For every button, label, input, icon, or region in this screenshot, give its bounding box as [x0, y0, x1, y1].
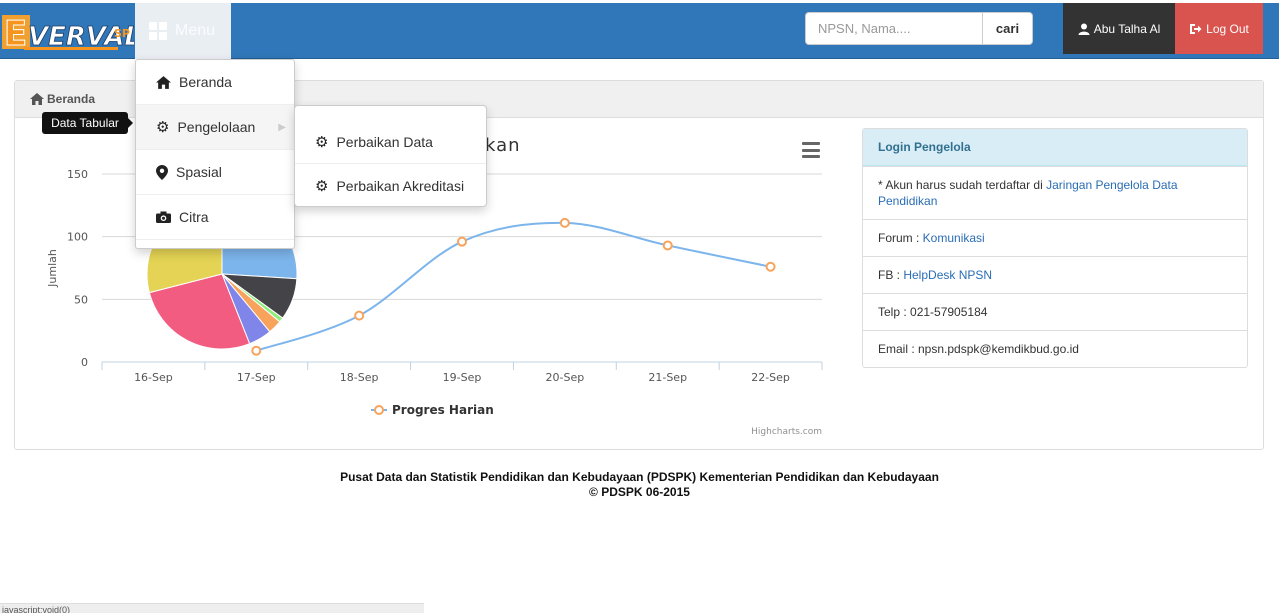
menu-item-beranda[interactable]: Beranda [136, 60, 294, 105]
info-panel-title: Login Pengelola [863, 129, 1247, 166]
info-row-account: * Akun harus sudah terdaftar di Jaringan… [863, 166, 1247, 219]
gear-icon: ⚙ [315, 133, 329, 151]
data-point[interactable] [662, 240, 673, 251]
x-tick-label: 19-Sep [443, 371, 482, 384]
footer-line-1: Pusat Data dan Statistik Pendidikan dan … [340, 470, 939, 484]
search-button[interactable]: cari [982, 12, 1033, 45]
submenu-item-perbaikan-akreditasi[interactable]: ⚙ Perbaikan Akreditasi [295, 164, 486, 208]
top-navbar: E VERVAL SP Menu cari Abu Talha Al Log O… [0, 3, 1279, 59]
user-icon [1078, 23, 1090, 35]
info-row-text: Telp : 021-57905184 [878, 305, 988, 319]
home-icon [30, 93, 44, 105]
info-row-telp: Telp : 021-57905184 [863, 293, 1247, 330]
y-tick-label: 0 [81, 356, 88, 369]
info-row-forum: Forum : Komunikasi [863, 219, 1247, 256]
data-point[interactable] [765, 261, 776, 272]
footer-copyright: © PDSPK 06-2015 [589, 485, 690, 499]
menu-button[interactable]: Menu [135, 3, 231, 59]
data-point[interactable] [559, 217, 570, 228]
gear-icon: ⚙ [315, 178, 329, 195]
menu-item-spasial[interactable]: Spasial [136, 150, 294, 195]
user-name: Abu Talha Al [1093, 21, 1161, 36]
logout-button[interactable]: Log Out [1175, 3, 1263, 54]
logout-icon [1190, 23, 1202, 34]
submenu-item-label: Perbaikan Akreditasi [336, 178, 465, 194]
info-row-text: Forum : [878, 231, 923, 245]
chart-y-axis-label: Jumlah [46, 249, 59, 288]
svg-text:E: E [4, 14, 27, 54]
home-icon [156, 75, 171, 89]
app-logo[interactable]: E VERVAL SP [2, 7, 141, 55]
x-tick-label: 21-Sep [648, 371, 687, 384]
submenu-item-perbaikan-data[interactable]: ⚙ Perbaikan Data [295, 120, 486, 164]
menu-item-label: Spasial [176, 164, 222, 180]
search-input[interactable] [805, 12, 982, 45]
chevron-right-icon: ▶ [278, 121, 286, 133]
tooltip-data-tabular: Data Tabular [42, 112, 133, 134]
menu-item-label: Pengelolaan [177, 119, 256, 135]
grid-icon [149, 22, 167, 40]
info-row-text: Email : npsn.pdspk@kemdikbud.go.id [878, 342, 1079, 356]
browser-status-bar: javascript:void(0) [0, 603, 424, 613]
submenu-item-label: Perbaikan Data [336, 133, 433, 150]
info-row-text: FB : [878, 268, 904, 282]
main-menu-dropdown: Beranda ⚙ Pengelolaan ▶ Spasial Citra [135, 59, 295, 249]
search-form: cari [805, 12, 1033, 45]
menu-item-label: Citra [179, 209, 209, 225]
x-tick-label: 17-Sep [237, 371, 276, 384]
menu-item-citra[interactable]: Citra [136, 195, 294, 240]
y-tick-label: 100 [67, 231, 88, 244]
chart-credits[interactable]: Highcharts.com [751, 427, 822, 437]
logo-subtext: SP [114, 27, 130, 40]
menu-item-pengelolaan[interactable]: ⚙ Pengelolaan ▶ [136, 105, 294, 150]
login-info-panel: Login Pengelola * Akun harus sudah terda… [862, 128, 1248, 368]
x-tick-label: 22-Sep [751, 371, 790, 384]
pengelolaan-submenu: ⚙ Perbaikan Data ⚙ Perbaikan Akreditasi [294, 105, 487, 207]
map-marker-icon [156, 164, 168, 180]
legend-marker-icon [374, 405, 384, 415]
data-point[interactable] [251, 345, 262, 356]
x-tick-label: 20-Sep [546, 371, 585, 384]
info-row-email: Email : npsn.pdspk@kemdikbud.go.id [863, 330, 1247, 367]
footer: Pusat Data dan Statistik Pendidikan dan … [0, 470, 1279, 500]
info-row-text: * Akun harus sudah terdaftar di [878, 178, 1047, 192]
y-tick-label: 150 [67, 168, 88, 181]
info-row-fb: FB : HelpDesk NPSN [863, 256, 1247, 293]
series-line-progres-harian [255, 221, 771, 352]
gear-icon: ⚙ [156, 119, 170, 136]
legend-item-progres-harian[interactable]: Progres Harian [392, 403, 494, 417]
camera-icon [156, 211, 171, 223]
link-komunikasi[interactable]: Komunikasi [923, 231, 985, 245]
link-helpdesk-npsn[interactable]: HelpDesk NPSN [903, 268, 992, 282]
data-point[interactable] [457, 236, 467, 247]
menu-item-label: Beranda [179, 74, 232, 90]
data-point[interactable] [354, 310, 365, 321]
user-account-button[interactable]: Abu Talha Al [1063, 3, 1175, 54]
chart-legend[interactable]: Progres Harian [371, 403, 494, 417]
logout-label: Log Out [1206, 21, 1249, 36]
x-tick-label: 16-Sep [134, 371, 173, 384]
x-tick-label: 18-Sep [340, 371, 379, 384]
y-tick-label: 50 [74, 293, 88, 306]
menu-button-label: Menu [175, 22, 216, 39]
breadcrumb-home[interactable]: Beranda [47, 92, 95, 106]
